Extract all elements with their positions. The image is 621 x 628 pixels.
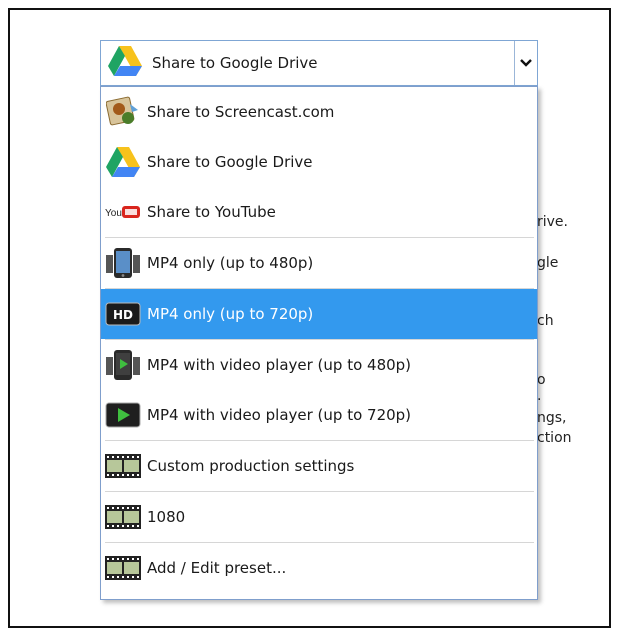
hd-icon-text: HD [113, 308, 133, 322]
option-label: Add / Edit preset... [147, 559, 287, 577]
mobile-player-icon [105, 349, 141, 381]
youtube-icon: You [105, 196, 141, 228]
option-share-youtube[interactable]: You Share to YouTube [101, 187, 537, 237]
option-1080[interactable]: 1080 [101, 492, 537, 542]
hd-icon: HD [105, 298, 141, 330]
share-preset-combobox[interactable]: Share to Google Drive [100, 40, 538, 86]
combo-selected-label: Share to Google Drive [152, 54, 318, 72]
background-text-6: ngs, [537, 410, 567, 426]
option-add-edit-preset[interactable]: Add / Edit preset... [101, 543, 537, 593]
screencast-icon [105, 96, 141, 128]
background-text-4: o [537, 372, 546, 388]
background-text-3: ch [537, 313, 554, 329]
dropdown-toggle-button[interactable] [514, 41, 537, 85]
chevron-down-icon [520, 59, 532, 67]
option-label: MP4 only (up to 720p) [147, 305, 314, 323]
google-drive-icon [108, 46, 142, 80]
option-share-screencast[interactable]: Share to Screencast.com [101, 87, 537, 137]
film-strip-icon [105, 501, 141, 533]
film-strip-icon [105, 552, 141, 584]
background-text-7: ction [537, 430, 572, 446]
background-text-1: rive. [537, 214, 568, 230]
youtube-icon-text: You [105, 208, 122, 219]
option-label: MP4 only (up to 480p) [147, 254, 314, 272]
option-label: Share to Google Drive [147, 153, 313, 171]
option-mp4-player-720p[interactable]: MP4 with video player (up to 720p) [101, 390, 537, 440]
option-share-google-drive[interactable]: Share to Google Drive [101, 137, 537, 187]
option-mp4-720p[interactable]: HD MP4 only (up to 720p) [101, 289, 537, 339]
option-label: MP4 with video player (up to 720p) [147, 406, 412, 424]
play-icon [105, 399, 141, 431]
film-strip-icon [105, 450, 141, 482]
option-label: Share to YouTube [147, 203, 276, 221]
mobile-phone-icon [105, 247, 141, 279]
option-label: Custom production settings [147, 457, 355, 475]
google-drive-icon [105, 146, 141, 178]
option-mp4-480p[interactable]: MP4 only (up to 480p) [101, 238, 537, 288]
share-preset-dropdown-list[interactable]: Share to Screencast.com Share to Google … [100, 86, 538, 600]
option-label: Share to Screencast.com [147, 103, 335, 121]
background-text-2: gle [537, 255, 559, 271]
option-label: 1080 [147, 508, 186, 526]
option-mp4-player-480p[interactable]: MP4 with video player (up to 480p) [101, 340, 537, 390]
option-label: MP4 with video player (up to 480p) [147, 356, 412, 374]
option-custom-production[interactable]: Custom production settings [101, 441, 537, 491]
